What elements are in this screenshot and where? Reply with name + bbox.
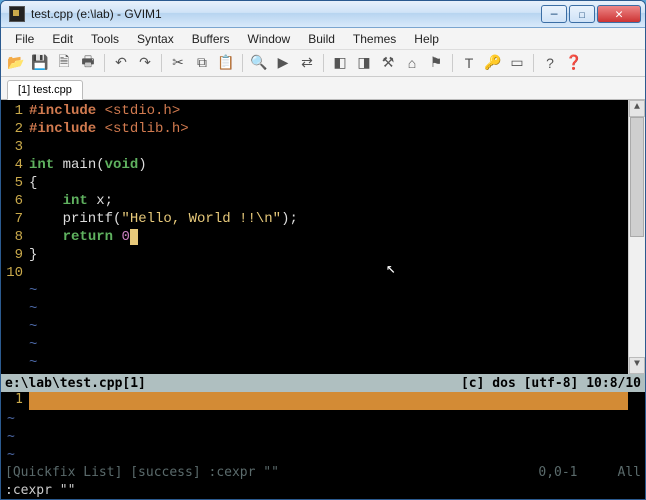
scroll-track[interactable] bbox=[629, 117, 645, 357]
status-bar: e:\lab\test.cpp[1] [c] dos [utf-8] 10:8/… bbox=[1, 374, 645, 392]
session-icon[interactable]: ◧ bbox=[329, 52, 351, 74]
menu-buffers[interactable]: Buffers bbox=[184, 30, 238, 48]
replace-icon[interactable]: ⇄ bbox=[296, 52, 318, 74]
tab-file[interactable]: [1] test.cpp bbox=[7, 80, 83, 100]
qf-status-pos: 0,0-1 bbox=[538, 465, 577, 480]
quickfix-status-bar: [Quickfix List] [success] :cexpr "" 0,0-… bbox=[1, 464, 645, 482]
qf-status-right: All bbox=[618, 465, 641, 480]
script-icon[interactable]: ◨ bbox=[353, 52, 375, 74]
help-icon[interactable]: ? bbox=[539, 52, 561, 74]
empty-line-marker: ~ bbox=[29, 318, 628, 336]
command-line[interactable]: :cexpr "" bbox=[1, 482, 645, 500]
close-button[interactable]: ✕ bbox=[597, 5, 641, 23]
tags-icon[interactable]: ⚑ bbox=[425, 52, 447, 74]
scroll-up-button[interactable]: ▲ bbox=[629, 100, 645, 117]
titlebar[interactable]: test.cpp (e:\lab) - GVIM1 ─ ☐ ✕ bbox=[1, 1, 645, 28]
menu-themes[interactable]: Themes bbox=[345, 30, 404, 48]
make-icon[interactable]: ⚒ bbox=[377, 52, 399, 74]
menu-syntax[interactable]: Syntax bbox=[129, 30, 182, 48]
menu-edit[interactable]: Edit bbox=[44, 30, 81, 48]
scroll-thumb[interactable] bbox=[630, 117, 644, 237]
tabbar: [1] test.cpp bbox=[1, 77, 645, 100]
qf-selected-line[interactable] bbox=[29, 392, 628, 410]
menu-tools[interactable]: Tools bbox=[83, 30, 127, 48]
undo-icon[interactable]: ↶ bbox=[110, 52, 132, 74]
vertical-scrollbar[interactable]: ▲ ▼ bbox=[628, 100, 645, 374]
menu-window[interactable]: Window bbox=[240, 30, 299, 48]
qf-status-left: [Quickfix List] [success] :cexpr "" bbox=[5, 465, 538, 480]
line-number-gutter: 12345678910 bbox=[1, 100, 29, 374]
empty-line-marker: ~ bbox=[29, 300, 628, 318]
open-icon[interactable]: 📂 bbox=[5, 52, 27, 74]
toolbar: 📂💾🗎🖶 ↶↷ ✂⧉📋 🔍▶⇄ ◧◨⚒⌂⚑ T🔑▭?❓ bbox=[1, 50, 645, 77]
qf-line-number: 1 bbox=[1, 392, 29, 410]
shell-icon[interactable]: ⌂ bbox=[401, 52, 423, 74]
editor-area[interactable]: 12345678910 #include <stdio.h>#include <… bbox=[1, 100, 645, 374]
empty-line-marker: ~ bbox=[29, 336, 628, 354]
tool3-icon[interactable]: ▭ bbox=[506, 52, 528, 74]
tool1-icon[interactable]: T bbox=[458, 52, 480, 74]
empty-line-marker: ~ bbox=[1, 428, 645, 446]
menu-help[interactable]: Help bbox=[406, 30, 447, 48]
empty-line-marker: ~ bbox=[29, 354, 628, 372]
empty-line-marker: ~ bbox=[1, 410, 645, 428]
paste-icon[interactable]: 📋 bbox=[215, 52, 237, 74]
status-file: e:\lab\test.cpp[1] bbox=[5, 376, 461, 391]
menu-file[interactable]: File bbox=[7, 30, 42, 48]
status-info: [c] dos [utf-8] 10:8/10 bbox=[461, 376, 641, 391]
code-content[interactable]: #include <stdio.h>#include <stdlib.h>int… bbox=[29, 100, 628, 374]
menu-build[interactable]: Build bbox=[300, 30, 343, 48]
command-text: :cexpr "" bbox=[5, 483, 75, 498]
findnext-icon[interactable]: ▶ bbox=[272, 52, 294, 74]
app-window: test.cpp (e:\lab) - GVIM1 ─ ☐ ✕ FileEdit… bbox=[0, 0, 646, 500]
empty-line-marker: ~ bbox=[29, 282, 628, 300]
saveall-icon[interactable]: 🗎 bbox=[53, 52, 75, 74]
save-icon[interactable]: 💾 bbox=[29, 52, 51, 74]
app-icon bbox=[9, 6, 25, 22]
print-icon[interactable]: 🖶 bbox=[77, 52, 99, 74]
quickfix-window[interactable]: 1 ~~~ bbox=[1, 392, 645, 464]
window-title: test.cpp (e:\lab) - GVIM1 bbox=[31, 7, 539, 21]
find-icon[interactable]: 🔍 bbox=[248, 52, 270, 74]
tool2-icon[interactable]: 🔑 bbox=[482, 52, 504, 74]
cut-icon[interactable]: ✂ bbox=[167, 52, 189, 74]
maximize-button[interactable]: ☐ bbox=[569, 5, 595, 23]
minimize-button[interactable]: ─ bbox=[541, 5, 567, 23]
menubar: FileEditToolsSyntaxBuffersWindowBuildThe… bbox=[1, 28, 645, 49]
search-help-icon[interactable]: ❓ bbox=[563, 52, 585, 74]
scroll-down-button[interactable]: ▼ bbox=[629, 357, 645, 374]
redo-icon[interactable]: ↷ bbox=[134, 52, 156, 74]
empty-line-marker: ~ bbox=[1, 446, 645, 464]
copy-icon[interactable]: ⧉ bbox=[191, 52, 213, 74]
